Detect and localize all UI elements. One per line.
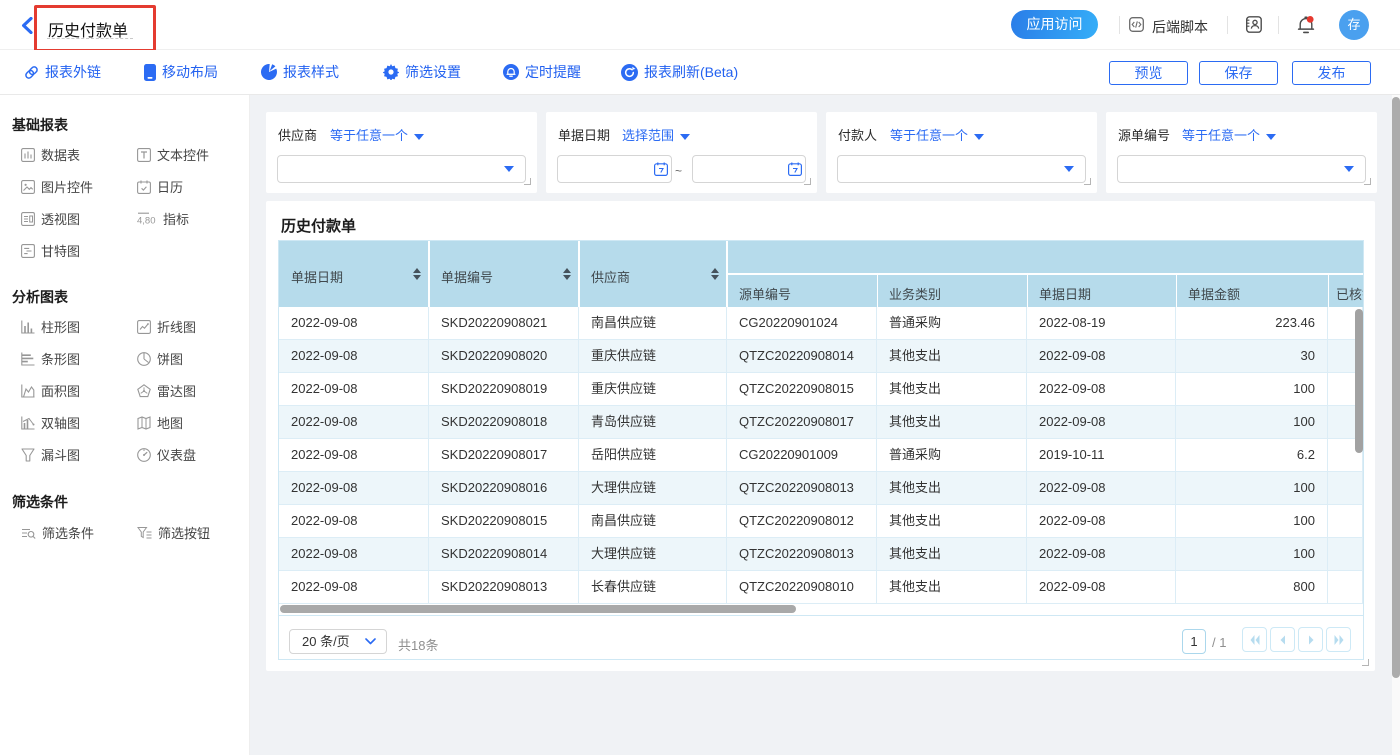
svg-text:4,80: 4,80 [137,215,156,226]
